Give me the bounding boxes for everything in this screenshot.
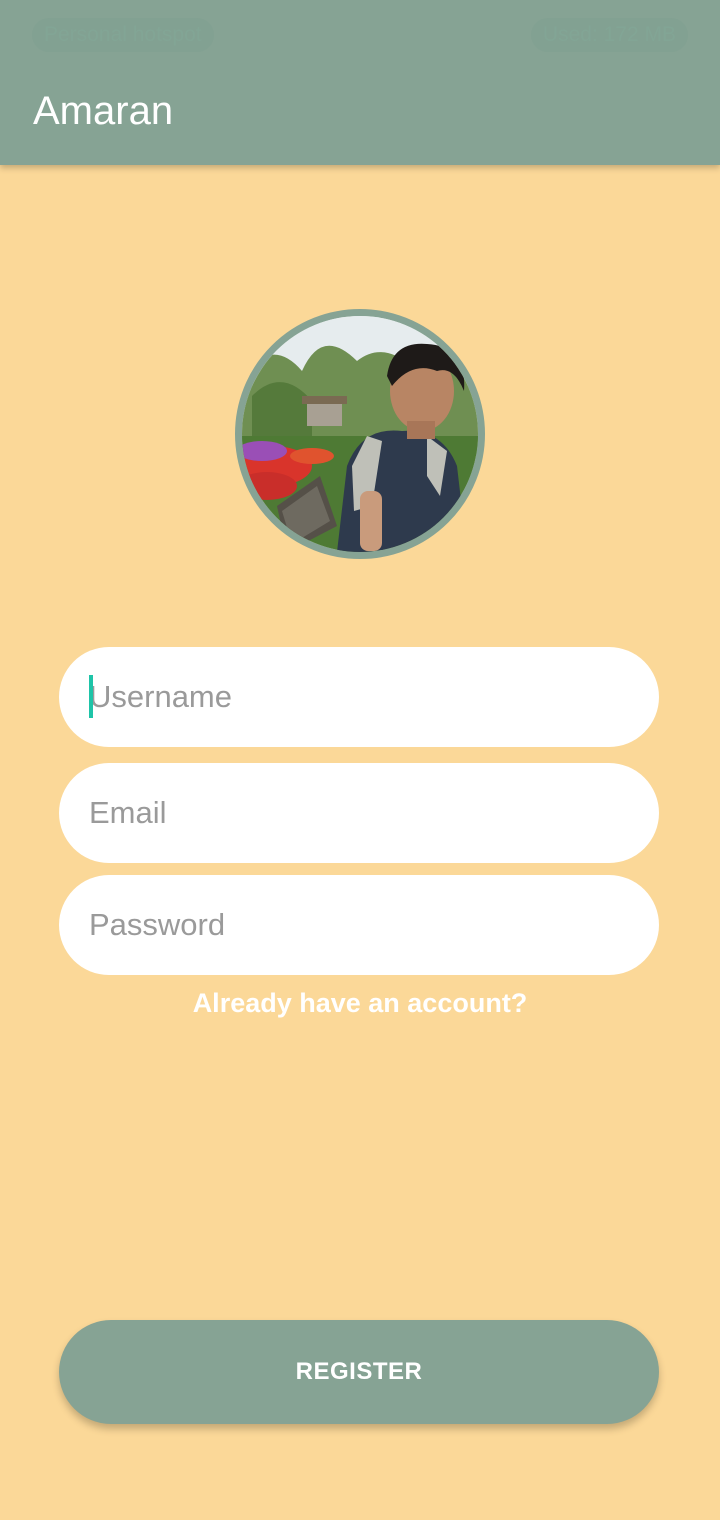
app-title: Amaran	[33, 89, 174, 133]
email-input[interactable]	[59, 763, 659, 863]
app-bar: Personal hotspot Used: 172 MB Amaran	[0, 0, 720, 165]
username-input[interactable]	[59, 647, 659, 747]
password-input[interactable]	[59, 875, 659, 975]
data-usage-status: Used: 172 MB	[530, 18, 688, 52]
register-button[interactable]: REGISTER	[59, 1320, 659, 1424]
profile-avatar[interactable]	[235, 309, 485, 559]
hotspot-status: Personal hotspot	[32, 18, 214, 52]
text-cursor	[89, 675, 93, 718]
login-link[interactable]: Already have an account?	[0, 988, 720, 1019]
profile-photo	[242, 316, 478, 552]
